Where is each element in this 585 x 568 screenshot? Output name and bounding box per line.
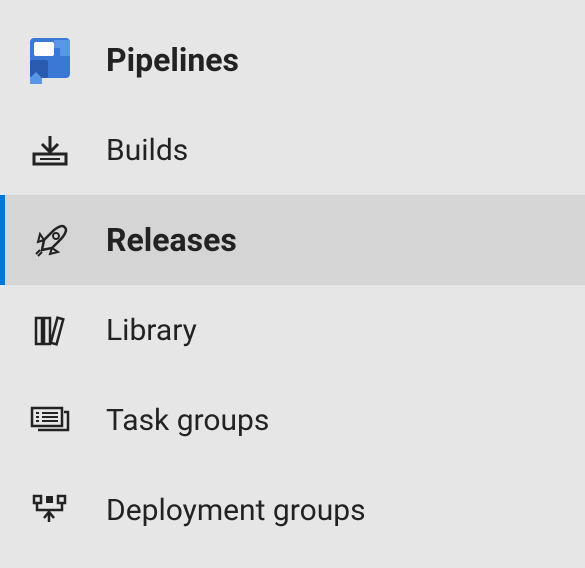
sidebar-item-builds[interactable]: Builds <box>0 105 585 195</box>
deployment-groups-icon <box>24 484 76 536</box>
sidebar-item-pipelines[interactable]: Pipelines <box>0 15 585 105</box>
sidebar-nav: Pipelines Builds Releases <box>0 0 585 555</box>
sidebar-item-label: Task groups <box>106 403 269 438</box>
pipelines-icon <box>24 34 76 86</box>
sidebar-item-library[interactable]: Library <box>0 285 585 375</box>
library-icon <box>24 304 76 356</box>
sidebar-item-task-groups[interactable]: Task groups <box>0 375 585 465</box>
sidebar-item-label: Deployment groups <box>106 493 366 528</box>
sidebar-item-deployment-groups[interactable]: Deployment groups <box>0 465 585 555</box>
sidebar-item-label: Builds <box>106 133 188 168</box>
builds-icon <box>24 124 76 176</box>
sidebar-item-releases[interactable]: Releases <box>0 195 585 285</box>
sidebar-item-label: Library <box>106 313 197 348</box>
sidebar-item-label: Releases <box>106 221 237 259</box>
task-groups-icon <box>24 394 76 446</box>
releases-icon <box>24 214 76 266</box>
sidebar-item-label: Pipelines <box>106 41 239 79</box>
